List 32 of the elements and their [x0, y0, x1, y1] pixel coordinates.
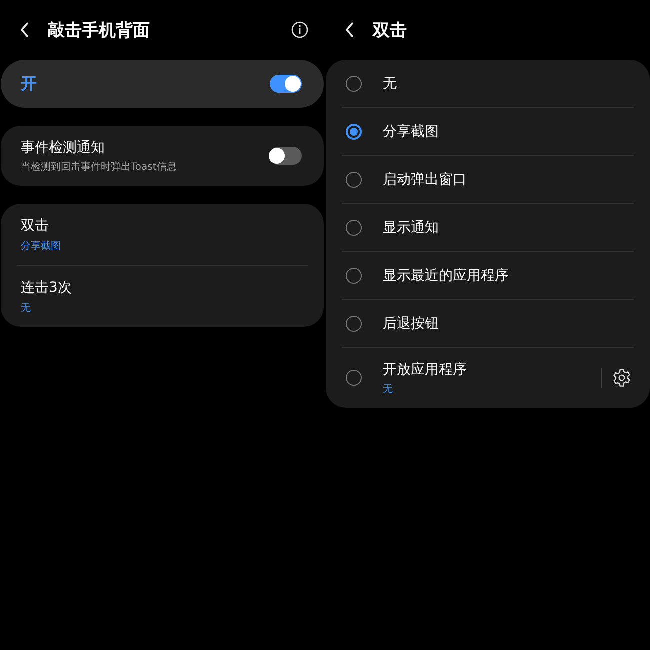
option-label[interactable]: 分享截图 [383, 122, 634, 140]
gesture-item[interactable]: 连击3次 无 [17, 265, 308, 327]
radio-button[interactable] [346, 268, 362, 284]
option-label[interactable]: 无 [383, 74, 634, 92]
switch-label: 开 [21, 74, 38, 94]
radio-button[interactable] [346, 76, 362, 92]
setting-description: 当检测到回击事件时弹出Toast信息 [21, 160, 178, 174]
master-switch-bar[interactable]: 开 [1, 60, 324, 108]
radio-button[interactable] [346, 124, 362, 140]
setting-title: 事件检测通知 [21, 138, 106, 156]
option-label[interactable]: 显示通知 [383, 218, 634, 236]
back-button[interactable] [20, 22, 30, 38]
toggle-switch[interactable] [270, 147, 302, 165]
radio-button[interactable] [346, 220, 362, 236]
gesture-value: 分享截图 [21, 240, 62, 252]
option-value: 无 [383, 382, 394, 396]
option-label[interactable]: 启动弹出窗口 [383, 170, 634, 188]
gesture-title: 连击3次 [21, 278, 73, 296]
toggle-switch[interactable] [270, 75, 302, 93]
info-icon[interactable] [291, 21, 309, 39]
radio-button[interactable] [346, 370, 362, 386]
option-label[interactable]: 开放应用程序 [383, 360, 601, 378]
page-title: 敲击手机背面 [48, 20, 151, 42]
option-label[interactable]: 显示最近的应用程序 [383, 266, 634, 284]
option-label[interactable]: 后退按钮 [383, 314, 634, 332]
radio-button[interactable] [346, 316, 362, 332]
page-title: 双击 [373, 20, 408, 42]
gesture-value: 无 [21, 302, 32, 314]
gesture-item[interactable]: 双击 分享截图 [17, 204, 308, 265]
gesture-title: 双击 [21, 216, 50, 234]
radio-button[interactable] [346, 172, 362, 188]
back-button[interactable] [345, 22, 355, 38]
